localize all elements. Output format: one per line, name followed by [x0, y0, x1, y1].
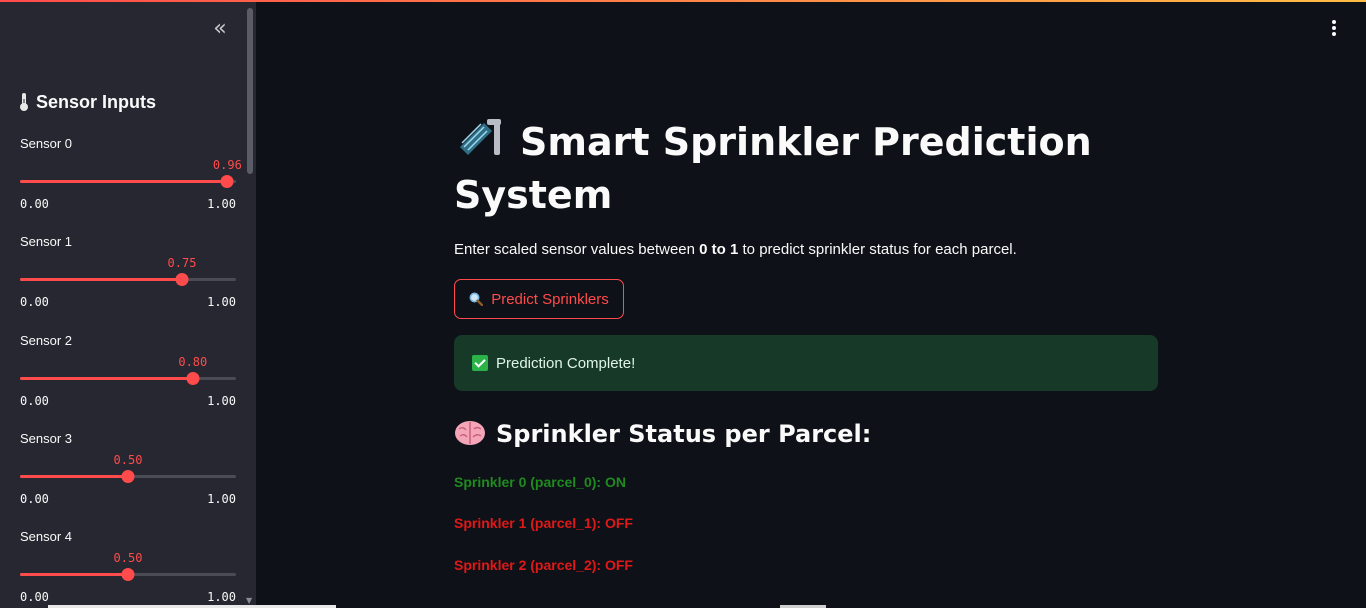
slider-min: 0.00 [20, 492, 49, 506]
description-post: to predict sprinkler status for each par… [738, 241, 1017, 258]
predict-sprinklers-button[interactable]: Predict Sprinklers [454, 279, 624, 319]
slider-fill [20, 475, 128, 478]
predict-button-label: Predict Sprinklers [491, 290, 609, 308]
slider-track[interactable] [20, 470, 236, 483]
slider-value: 0.80 [178, 355, 208, 369]
magnifier-icon [469, 292, 484, 306]
sidebar-title-text: Sensor Inputs [36, 92, 157, 112]
description: Enter scaled sensor values between 0 to … [454, 241, 1017, 258]
slider-max: 1.00 [207, 197, 236, 211]
slider-track[interactable] [20, 568, 236, 581]
slider-thumb[interactable] [175, 273, 189, 286]
sidebar-scrollbar[interactable] [247, 8, 253, 174]
sprinkler-status-2: Sprinkler 2 (parcel_2): OFF [454, 557, 633, 573]
slider-thumb[interactable] [121, 470, 135, 483]
slider-value: 0.50 [113, 551, 143, 565]
slider-thumb[interactable] [186, 372, 200, 385]
kebab-menu-icon[interactable] [1326, 20, 1342, 40]
page-title: Smart Sprinkler Prediction System [454, 116, 1154, 222]
description-bold: 0 to 1 [699, 241, 739, 258]
slider-fill [20, 573, 128, 576]
sprinkler-status-1: Sprinkler 1 (parcel_1): OFF [454, 515, 633, 531]
section-title: Sprinkler Status per Parcel: [454, 420, 871, 448]
shower-icon [460, 119, 501, 155]
slider-thumb[interactable] [121, 568, 135, 581]
slider-label: Sensor 3 [20, 431, 73, 446]
brain-icon [455, 421, 485, 445]
sidebar: « ▼ Sensor Inputs Sensor 0 0.96 0.00 1.0… [0, 0, 256, 608]
slider-fill [20, 278, 182, 281]
slider-max: 1.00 [207, 492, 236, 506]
slider-label: Sensor 0 [20, 136, 73, 151]
success-alert: Prediction Complete! [454, 335, 1158, 391]
slider-thumb[interactable] [220, 175, 234, 188]
check-mark-icon [472, 355, 488, 371]
thermometer-icon [20, 93, 28, 111]
slider-min: 0.00 [20, 590, 49, 604]
sidebar-title: Sensor Inputs [20, 92, 156, 113]
scroll-down-arrow-icon[interactable]: ▼ [246, 596, 252, 605]
chevrons-left-icon[interactable]: « [208, 18, 232, 42]
slider-label: Sensor 4 [20, 529, 73, 544]
success-message: Prediction Complete! [496, 354, 636, 372]
slider-label: Sensor 2 [20, 333, 73, 348]
slider-track[interactable] [20, 372, 236, 385]
slider-max: 1.00 [207, 590, 236, 604]
slider-min: 0.00 [20, 295, 49, 309]
slider-track[interactable] [20, 175, 236, 188]
top-accent-bar [0, 0, 1366, 2]
slider-fill [20, 377, 193, 380]
slider-max: 1.00 [207, 295, 236, 309]
slider-fill [20, 180, 228, 183]
slider-value: 0.50 [113, 453, 143, 467]
slider-min: 0.00 [20, 197, 49, 211]
slider-value: 0.96 [212, 158, 242, 172]
slider-min: 0.00 [20, 394, 49, 408]
page-title-text: Smart Sprinkler Prediction System [454, 120, 1092, 217]
sprinkler-status-0: Sprinkler 0 (parcel_0): ON [454, 474, 626, 490]
slider-label: Sensor 1 [20, 234, 73, 249]
slider-max: 1.00 [207, 394, 236, 408]
slider-value: 0.75 [167, 256, 197, 270]
section-title-text: Sprinkler Status per Parcel: [496, 420, 872, 448]
description-pre: Enter scaled sensor values between [454, 241, 700, 258]
slider-track[interactable] [20, 273, 236, 286]
